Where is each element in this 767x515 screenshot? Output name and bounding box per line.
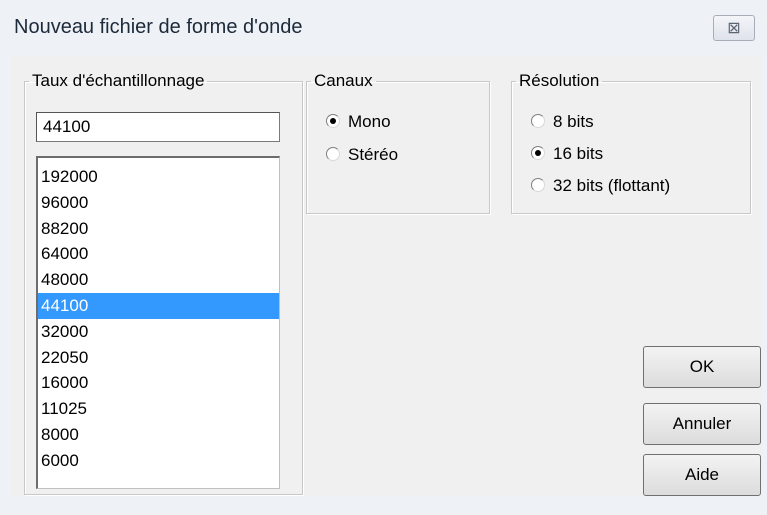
sample-rate-item[interactable]: 88200	[38, 216, 279, 242]
sample-rate-item[interactable]: 6000	[38, 448, 279, 474]
sample-rate-item[interactable]: 22050	[38, 345, 279, 371]
sample-rate-item[interactable]: 11025	[38, 396, 279, 422]
sample-rate-input[interactable]: 44100	[36, 112, 280, 142]
radio-mono-label: Mono	[348, 112, 391, 131]
radio-8-bits-label: 8 bits	[553, 112, 594, 131]
radio-mono-circle	[326, 114, 340, 128]
radio-stereo-label: Stéréo	[348, 145, 399, 164]
radio-32-bits-label: 32 bits (flottant)	[553, 176, 671, 195]
resolution-legend: Résolution	[519, 71, 600, 90]
radio-16-bits-dot	[535, 150, 541, 156]
radio-8-bits-circle	[531, 114, 545, 128]
sample-rate-item[interactable]: 192000	[38, 164, 279, 190]
sample-rate-list[interactable]: 192000 96000 88200 64000 48000 44100 32000 2205…	[36, 156, 280, 489]
close-icon: ⊠	[727, 18, 741, 37]
radio-16-bits-circle	[531, 146, 545, 160]
radio-mono-dot	[330, 118, 336, 124]
radio-stereo-circle	[326, 147, 340, 161]
sample-rate-item[interactable]: 32000	[38, 319, 279, 345]
title-bar: Nouveau fichier de forme d'onde ⊠	[0, 0, 767, 56]
sample-rate-item[interactable]: 16000	[38, 370, 279, 396]
window-title: Nouveau fichier de forme d'onde	[14, 16, 303, 38]
help-button[interactable]: Aide	[643, 454, 761, 496]
ok-button[interactable]: OK	[643, 346, 761, 388]
dialog-client-area: Taux d'échantillonnage 44100 192000 96000…	[10, 56, 762, 496]
cancel-button[interactable]: Annuler	[643, 403, 761, 445]
channels-legend: Canaux	[314, 71, 373, 90]
sample-rate-item[interactable]: 44100	[38, 292, 279, 319]
radio-16-bits-label: 16 bits	[553, 144, 604, 163]
sample-rate-item[interactable]: 96000	[38, 190, 279, 216]
sample-rate-item[interactable]: 48000	[38, 267, 279, 293]
sample-rate-item[interactable]: 64000	[38, 241, 279, 267]
close-button[interactable]: ⊠	[713, 15, 755, 41]
sample-rate-item[interactable]: 8000	[38, 422, 279, 448]
new-waveform-dialog: Nouveau fichier de forme d'onde ⊠ Taux d…	[0, 0, 767, 515]
radio-32-bits-circle	[531, 178, 545, 192]
sample-rate-legend: Taux d'échantillonnage	[32, 71, 205, 90]
